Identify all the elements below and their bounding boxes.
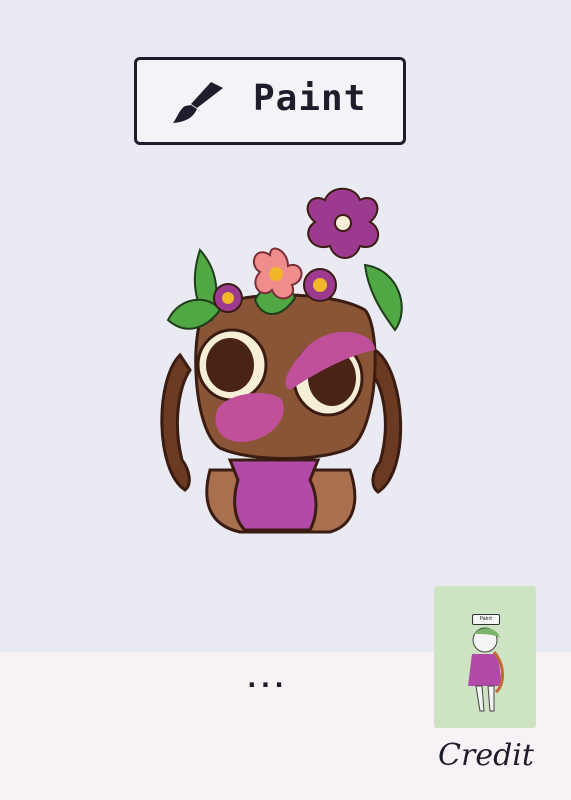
paintbrush-icon	[173, 82, 223, 123]
paint-button[interactable]: Paint	[134, 57, 406, 145]
credit-thumbnail[interactable]: Paint	[434, 586, 536, 728]
flower-crown-character	[160, 187, 403, 534]
paint-button-label: Paint	[253, 78, 367, 119]
status-ellipsis: ...	[244, 664, 287, 694]
credit-link[interactable]: Credit	[436, 738, 536, 773]
thumbnail-character-icon	[468, 627, 504, 712]
thumbnail-paint-button: Paint	[472, 614, 500, 625]
